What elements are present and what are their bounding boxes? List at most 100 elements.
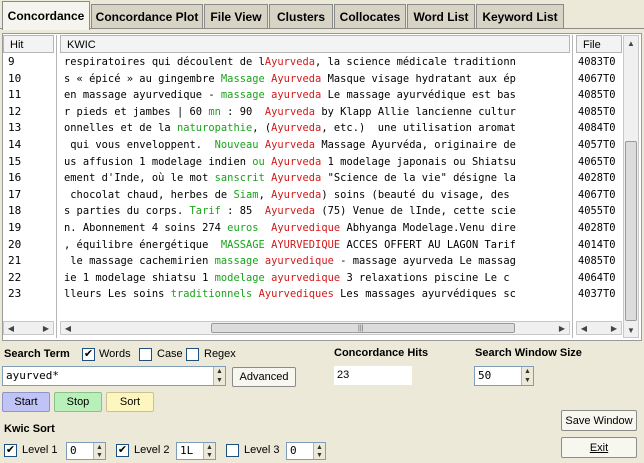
arrow-left-icon[interactable]: ◀ [577,322,591,334]
words-checkbox[interactable]: ✔ [82,348,95,361]
hit-column-header[interactable]: Hit [3,35,54,53]
file-name[interactable]: 4085T0 [576,253,622,270]
tab-collocates[interactable]: Collocates [334,4,406,28]
arrow-up-icon[interactable]: ▲ [521,367,533,376]
arrow-left-icon[interactable]: ◀ [61,322,75,334]
hit-number[interactable]: 21 [3,253,54,270]
arrow-right-icon[interactable]: ▶ [39,322,53,334]
kwic-hscroll-thumb[interactable]: ||| [211,323,515,333]
kwic-line[interactable]: qui vous enveloppent. Nouveau Ayurveda M… [60,137,570,154]
file-name[interactable]: 4083T0 [576,54,622,71]
file-name[interactable]: 4065T0 [576,154,622,171]
tab-keyword-list[interactable]: Keyword List [476,4,564,28]
level2-spinner[interactable]: 1L ▲ ▼ [176,442,216,460]
kwic-line[interactable]: s parties du corps. Tarif : 85 Ayurveda … [60,203,570,220]
hit-number[interactable]: 13 [3,120,54,137]
tab-concordance[interactable]: Concordance [2,1,90,30]
file-name[interactable]: 4055T0 [576,203,622,220]
kwic-line[interactable]: r pieds et jambes | 60 mn : 90 Ayurveda … [60,104,570,121]
regex-checkbox[interactable] [186,348,199,361]
hit-number[interactable]: 20 [3,237,54,254]
arrow-up-icon[interactable]: ▲ [213,367,225,376]
level3-value[interactable]: 0 [287,443,313,459]
kwic-line[interactable]: us affusion 1 modelage indien ou Ayurved… [60,154,570,171]
arrow-left-icon[interactable]: ◀ [4,322,18,334]
kwic-line[interactable]: le massage cachemirien massage ayurvediq… [60,253,570,270]
level2-value[interactable]: 1L [177,443,203,459]
hit-number[interactable]: 22 [3,270,54,287]
results-vscrollbar[interactable]: ▲ ▼ [623,35,639,338]
kwic-line[interactable]: onnelles et de la naturopathie, (Ayurved… [60,120,570,137]
window-size-value[interactable]: 50 [475,367,521,385]
file-hscrollbar[interactable]: ◀ ▶ [576,321,622,335]
arrow-down-icon[interactable]: ▼ [624,323,638,337]
hit-number[interactable]: 17 [3,187,54,204]
hit-hscrollbar[interactable]: ◀ ▶ [3,321,54,335]
file-name[interactable]: 4084T0 [576,120,622,137]
advanced-button[interactable]: Advanced [232,367,296,387]
arrow-up-icon[interactable]: ▲ [313,443,325,451]
column-splitter[interactable] [572,35,573,338]
hit-number[interactable]: 14 [3,137,54,154]
level1-value[interactable]: 0 [67,443,93,459]
tab-word-list[interactable]: Word List [407,4,475,28]
hit-number[interactable]: 15 [3,154,54,171]
start-button[interactable]: Start [2,392,50,412]
search-value[interactable]: ayurved* [3,367,213,385]
hit-number[interactable]: 10 [3,71,54,88]
level3-spinner[interactable]: 0 ▲ ▼ [286,442,326,460]
arrow-up-icon[interactable]: ▲ [203,443,215,451]
level3-checkbox[interactable] [226,444,239,457]
column-splitter[interactable] [56,35,57,338]
kwic-line[interactable]: , équilibre énergétique MASSAGE AYURVEDI… [60,237,570,254]
kwic-line[interactable]: n. Abonnement 4 soins 274 euros Ayurvedi… [60,220,570,237]
level1-spinner[interactable]: 0 ▲ ▼ [66,442,106,460]
save-window-button[interactable]: Save Window [561,410,637,431]
hit-number[interactable]: 12 [3,104,54,121]
arrow-down-icon[interactable]: ▼ [313,451,325,459]
hit-list[interactable]: 9 10 11 12 13 14 15 16 17 18 19 20 21 22 23 [3,54,54,320]
file-column-header[interactable]: File [576,35,622,53]
kwic-hscrollbar[interactable]: ◀ ||| ▶ [60,321,570,335]
hit-number[interactable]: 18 [3,203,54,220]
file-name[interactable]: 4037T0 [576,286,622,303]
hit-number[interactable]: 19 [3,220,54,237]
kwic-column-header[interactable]: KWIC [60,35,570,53]
arrow-down-icon[interactable]: ▼ [93,451,105,459]
kwic-line[interactable]: ement d'Inde, où le mot sanscrit Ayurved… [60,170,570,187]
kwic-line[interactable]: s « épicé » au gingembre Massage Ayurved… [60,71,570,88]
hit-number[interactable]: 9 [3,54,54,71]
level1-checkbox[interactable]: ✔ [4,444,17,457]
sort-button[interactable]: Sort [106,392,154,412]
tab-clusters[interactable]: Clusters [269,4,333,28]
file-name[interactable]: 4028T0 [576,170,622,187]
file-name[interactable]: 4014T0 [576,237,622,254]
file-name[interactable]: 4067T0 [576,187,622,204]
arrow-up-icon[interactable]: ▲ [624,36,638,50]
tab-concordance-plot[interactable]: Concordance Plot [91,4,203,28]
file-name[interactable]: 4085T0 [576,104,622,121]
file-name[interactable]: 4067T0 [576,71,622,88]
stop-button[interactable]: Stop [54,392,102,412]
kwic-line[interactable]: en massage ayurvedique - massage ayurved… [60,87,570,104]
hit-number[interactable]: 16 [3,170,54,187]
kwic-line[interactable]: respiratoires qui découlent de lAyurveda… [60,54,570,71]
hit-number[interactable]: 23 [3,286,54,303]
arrow-down-icon[interactable]: ▼ [213,376,225,385]
exit-button[interactable]: Exit [561,437,637,458]
file-name[interactable]: 4085T0 [576,87,622,104]
hit-number[interactable]: 11 [3,87,54,104]
arrow-up-icon[interactable]: ▲ [93,443,105,451]
file-name[interactable]: 4057T0 [576,137,622,154]
arrow-down-icon[interactable]: ▼ [203,451,215,459]
kwic-line[interactable]: lleurs Les soins traditionnels Ayurvediq… [60,286,570,303]
vscroll-thumb[interactable] [625,141,637,321]
case-checkbox[interactable] [139,348,152,361]
kwic-line[interactable]: chocolat chaud, herbes de Siam, Ayurveda… [60,187,570,204]
file-list[interactable]: 4083T0 4067T0 4085T0 4085T0 4084T0 4057T0 4065… [576,54,622,320]
level2-checkbox[interactable]: ✔ [116,444,129,457]
search-input[interactable]: ayurved* ▲ ▼ [2,366,226,386]
kwic-line[interactable]: ie 1 modelage shiatsu 1 modelage ayurved… [60,270,570,287]
search-window-size-spinner[interactable]: 50 ▲ ▼ [474,366,534,386]
tab-file-view[interactable]: File View [204,4,268,28]
